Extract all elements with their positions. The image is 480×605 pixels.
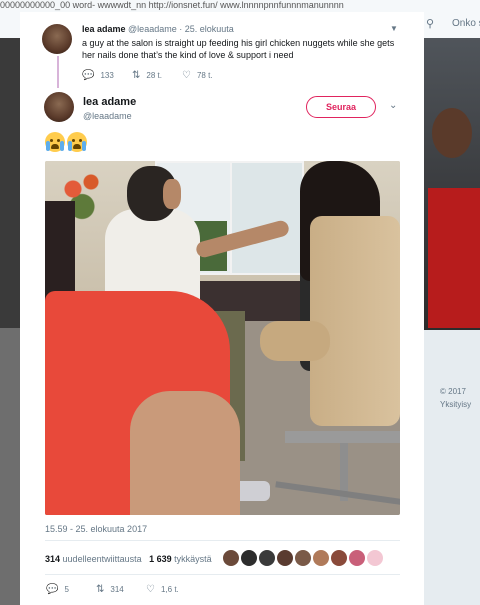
- background-url-strip: 00000000000_00 word- wwwwdt_nn http://io…: [0, 0, 344, 10]
- tweet-text: [45, 132, 87, 152]
- background-right-panel: [424, 330, 480, 605]
- thread-connector: [57, 56, 59, 88]
- retweet-icon: ⇅: [132, 70, 141, 81]
- retweets-label[interactable]: uudelleentwiittausta: [63, 554, 142, 564]
- background-left-photo: [0, 38, 20, 328]
- like-count: 1,6 t.: [160, 585, 179, 594]
- parent-author-name[interactable]: lea adame: [82, 24, 126, 34]
- follow-button[interactable]: Seuraa: [306, 96, 376, 118]
- like-button[interactable]: ♡ 78 t.: [182, 70, 213, 81]
- liker-avatar[interactable]: [259, 550, 275, 566]
- tweet-modal: lea adame @leaadame · 25. elokuuta a guy…: [20, 12, 424, 605]
- retweet-count: 314: [110, 585, 124, 594]
- reply-button[interactable]: 💬 133: [82, 70, 114, 81]
- retweet-count: 28 t.: [146, 71, 162, 80]
- background-photo-head: [432, 108, 472, 158]
- liker-avatar[interactable]: [295, 550, 311, 566]
- retweet-icon: ⇅: [96, 584, 105, 595]
- heart-icon: ♡: [146, 584, 155, 595]
- loudly-crying-face-emoji: [67, 132, 87, 152]
- reply-button[interactable]: 💬 5: [46, 584, 69, 595]
- likes-label[interactable]: tykkäystä: [174, 554, 212, 564]
- parent-author-handle[interactable]: @leaadame: [128, 24, 177, 34]
- retweets-count[interactable]: 314: [45, 554, 60, 564]
- liker-avatar[interactable]: [367, 550, 383, 566]
- loudly-crying-face-emoji: [45, 132, 65, 152]
- chevron-down-icon[interactable]: ▼: [390, 24, 398, 33]
- reply-icon: 💬: [46, 584, 59, 595]
- liker-avatar[interactable]: [313, 550, 329, 566]
- liker-avatar[interactable]: [223, 550, 239, 566]
- liker-avatars: [223, 550, 383, 566]
- liker-avatar[interactable]: [241, 550, 257, 566]
- chevron-down-icon[interactable]: ⌄: [389, 100, 397, 111]
- liker-avatar[interactable]: [349, 550, 365, 566]
- retweet-button[interactable]: ⇅ 314: [96, 584, 124, 595]
- retweet-button[interactable]: ⇅ 28 t.: [132, 70, 162, 81]
- tweet-photo[interactable]: [45, 161, 400, 515]
- parent-tweet-date[interactable]: · 25. elokuuta: [179, 24, 234, 34]
- author-name[interactable]: lea adame: [83, 96, 136, 108]
- background-right-photo: [424, 38, 480, 330]
- background-photo-shirt: [428, 188, 480, 328]
- background-header-text: Onko s: [452, 18, 480, 29]
- like-button[interactable]: ♡ 1,6 t.: [146, 584, 179, 595]
- heart-icon: ♡: [182, 70, 191, 81]
- parent-tweet-meta: lea adame @leaadame · 25. elokuuta: [82, 24, 234, 34]
- likes-count[interactable]: 1 639: [149, 554, 172, 564]
- divider: [45, 540, 400, 541]
- reply-count: 5: [64, 585, 69, 594]
- avatar[interactable]: [44, 92, 74, 122]
- search-icon[interactable]: ⚲: [426, 17, 434, 30]
- background-footer: © 2017 Yksityisy: [440, 385, 471, 411]
- avatar[interactable]: [42, 24, 72, 54]
- parent-tweet-text: a guy at the salon is straight up feedin…: [82, 38, 395, 60]
- divider: [45, 574, 400, 575]
- footer-privacy-link[interactable]: Yksityisy: [440, 398, 471, 411]
- author-handle[interactable]: @leaadame: [83, 111, 132, 121]
- reply-count: 133: [100, 71, 114, 80]
- like-count: 78 t.: [196, 71, 213, 80]
- tweet-stats: 314 uudelleentwiittausta 1 639 tykkäystä: [45, 554, 212, 564]
- tweet-timestamp[interactable]: 15.59 - 25. elokuuta 2017: [45, 524, 147, 534]
- liker-avatar[interactable]: [331, 550, 347, 566]
- footer-copyright: © 2017: [440, 387, 466, 396]
- liker-avatar[interactable]: [277, 550, 293, 566]
- reply-icon: 💬: [82, 70, 95, 81]
